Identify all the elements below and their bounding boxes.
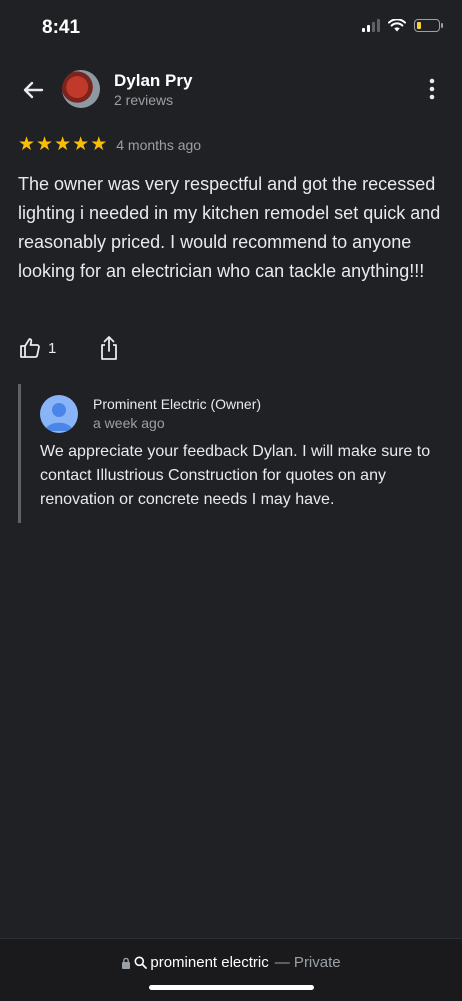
home-indicator[interactable]: [149, 985, 314, 990]
review-text: The owner was very respectful and got th…: [18, 174, 441, 281]
address-query: prominent electric: [150, 954, 269, 971]
like-button[interactable]: 1: [18, 336, 56, 360]
status-time: 8:41: [42, 17, 81, 38]
search-icon: [134, 956, 148, 969]
review-header: Dylan Pry 2 reviews: [0, 66, 462, 112]
star-icon: ★: [54, 134, 72, 155]
battery-icon: [414, 19, 443, 32]
wifi-icon: [388, 19, 406, 32]
star-icon: ★: [36, 134, 54, 155]
share-icon[interactable]: [98, 335, 120, 361]
review-time: 4 months ago: [116, 136, 202, 153]
private-label: — Private: [274, 954, 341, 971]
rating-row: ★ ★ ★ ★ ★ 4 months ago: [18, 135, 201, 154]
review-actions: 1: [18, 334, 120, 362]
star-icon: ★: [72, 134, 90, 155]
star-icon: ★: [90, 134, 108, 155]
lock-icon: [122, 957, 131, 969]
address-field[interactable]: prominent electric — Private: [0, 954, 462, 971]
like-count: 1: [48, 339, 57, 357]
owner-reply-text: We appreciate your feedback Dylan. I wil…: [40, 443, 431, 508]
reviewer-review-count: 2 reviews: [114, 92, 174, 108]
system-icons: [362, 19, 443, 32]
star-rating: ★ ★ ★ ★ ★: [18, 135, 107, 154]
reviewer-avatar[interactable]: [62, 70, 100, 108]
star-icon: ★: [18, 134, 36, 155]
more-vert-icon[interactable]: [424, 76, 440, 102]
thumbs-up-icon: [20, 338, 40, 358]
owner-reply: Prominent Electric (Owner) a week ago We…: [18, 384, 451, 523]
reviewer-name[interactable]: Dylan Pry: [114, 71, 192, 91]
owner-reply-time: a week ago: [93, 415, 165, 431]
browser-address-bar[interactable]: prominent electric — Private: [0, 938, 462, 1001]
status-bar: 8:41: [0, 0, 462, 58]
owner-name: Prominent Electric (Owner): [93, 396, 262, 412]
cellular-signal-icon: [362, 19, 380, 32]
person-icon: [45, 403, 73, 431]
owner-avatar: [40, 395, 78, 433]
back-arrow-icon[interactable]: [18, 75, 48, 105]
